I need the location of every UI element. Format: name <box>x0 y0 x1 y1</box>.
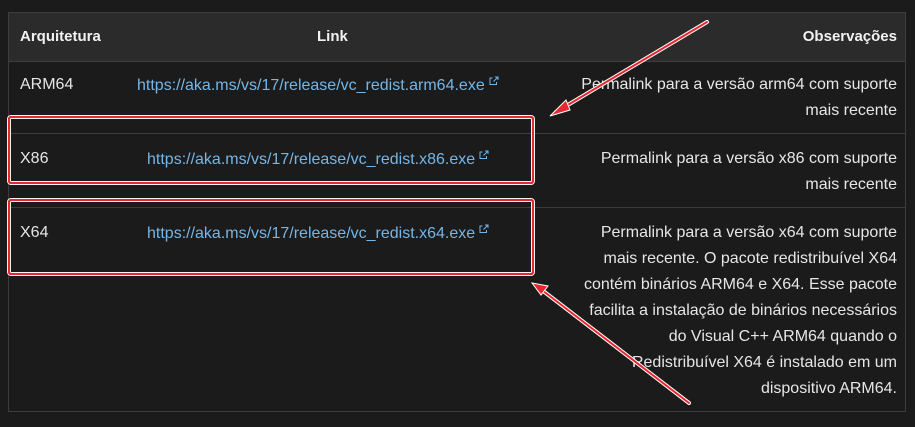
download-link-arm64[interactable]: https://aka.ms/vs/17/release/vc_redist.a… <box>137 76 499 95</box>
notes-cell: Permalink para a versão x86 com suporte … <box>601 146 897 198</box>
notes-line: dispositivo ARM64. <box>760 380 897 397</box>
notes-line: contém binários ARM64 e X64. Esse pacote <box>583 276 897 293</box>
header-link: Link <box>317 28 348 45</box>
notes-line: Redistribuível X64 é instalado em um <box>631 354 897 371</box>
notes-line: facilita a instalação de binários necess… <box>589 302 897 319</box>
notes-line: mais recente <box>805 102 897 119</box>
link-text: https://aka.ms/vs/17/release/vc_redist.a… <box>137 77 485 94</box>
notes-line: mais recente. O pacote redistribuível X6… <box>603 250 897 267</box>
header-notes: Observações <box>802 28 897 45</box>
architecture-cell: ARM64 <box>20 76 74 93</box>
notes-cell: Permalink para a versão arm64 com suport… <box>581 72 897 124</box>
notes-line: mais recente <box>805 176 897 193</box>
header-architecture: Arquitetura <box>20 28 101 45</box>
notes-line: Permalink para a versão x64 com suporte <box>600 224 897 241</box>
highlight-box-x86 <box>8 116 534 184</box>
highlight-box-x64 <box>8 199 534 275</box>
notes-line: do Visual C++ ARM64 quando o <box>668 328 897 345</box>
external-link-icon <box>489 76 499 85</box>
notes-line: Permalink para a versão arm64 com suport… <box>581 76 897 93</box>
notes-line: Permalink para a versão x86 com suporte <box>600 150 897 167</box>
notes-cell: Permalink para a versão x64 com suporte … <box>584 220 897 402</box>
table-header: Arquitetura Link Observações <box>9 13 905 62</box>
